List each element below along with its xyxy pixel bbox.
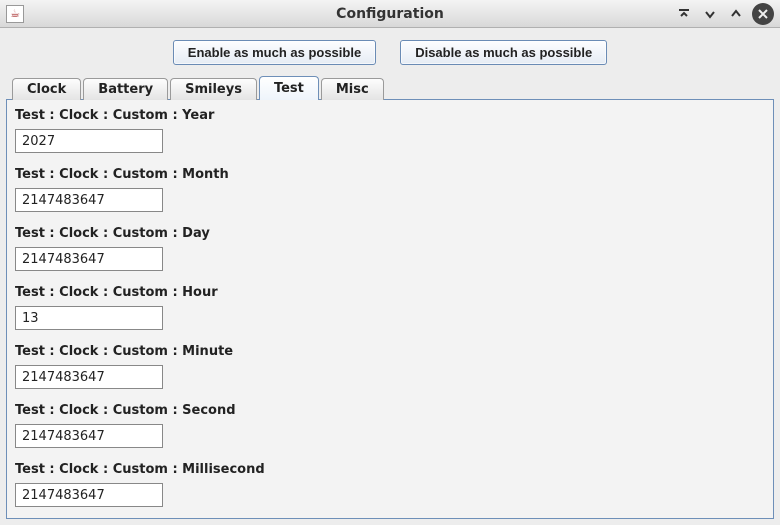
field-label: Test : Clock : Custom : Millisecond — [15, 460, 765, 483]
input-month[interactable] — [15, 188, 163, 212]
enable-all-button[interactable]: Enable as much as possible — [173, 40, 376, 65]
tabstrip: Clock Battery Smileys Test Misc — [6, 75, 774, 99]
tab-smileys[interactable]: Smileys — [170, 78, 257, 100]
window-controls — [674, 3, 774, 25]
field-minute: Test : Clock : Custom : Minute — [15, 342, 765, 397]
field-millisecond: Test : Clock : Custom : Millisecond — [15, 460, 765, 515]
content-area: Enable as much as possible Disable as mu… — [0, 28, 780, 525]
tab-misc[interactable]: Misc — [321, 78, 384, 100]
input-minute[interactable] — [15, 365, 163, 389]
field-label: Test : Clock : Custom : Hour — [15, 283, 765, 306]
input-millisecond[interactable] — [15, 483, 163, 507]
field-label: Test : Clock : Custom : Day — [15, 224, 765, 247]
field-label: Test : Clock : Custom : Month — [15, 165, 765, 188]
input-day[interactable] — [15, 247, 163, 271]
shade-button[interactable] — [674, 4, 694, 24]
tab-battery[interactable]: Battery — [83, 78, 168, 100]
field-label: Test : Clock : Custom : Second — [15, 401, 765, 424]
titlebar: ☕ Configuration — [0, 0, 780, 28]
field-year: Test : Clock : Custom : Year — [15, 106, 765, 161]
app-icon: ☕ — [6, 5, 24, 23]
close-button[interactable] — [752, 3, 774, 25]
field-second: Test : Clock : Custom : Second — [15, 401, 765, 456]
tab-clock[interactable]: Clock — [12, 78, 81, 100]
field-hour: Test : Clock : Custom : Hour — [15, 283, 765, 338]
input-second[interactable] — [15, 424, 163, 448]
input-year[interactable] — [15, 129, 163, 153]
field-month: Test : Clock : Custom : Month — [15, 165, 765, 220]
tab-test[interactable]: Test — [259, 76, 319, 100]
field-day: Test : Clock : Custom : Day — [15, 224, 765, 279]
window: ☕ Configuration Enable as much as possib… — [0, 0, 780, 525]
tab-panel-test: Test : Clock : Custom : Year Test : Cloc… — [6, 99, 774, 519]
input-hour[interactable] — [15, 306, 163, 330]
field-label: Test : Clock : Custom : Minute — [15, 342, 765, 365]
field-label: Test : Clock : Custom : Year — [15, 106, 765, 129]
maximize-button[interactable] — [726, 4, 746, 24]
minimize-button[interactable] — [700, 4, 720, 24]
window-title: Configuration — [0, 6, 780, 22]
disable-all-button[interactable]: Disable as much as possible — [400, 40, 607, 65]
top-button-row: Enable as much as possible Disable as mu… — [6, 36, 774, 75]
